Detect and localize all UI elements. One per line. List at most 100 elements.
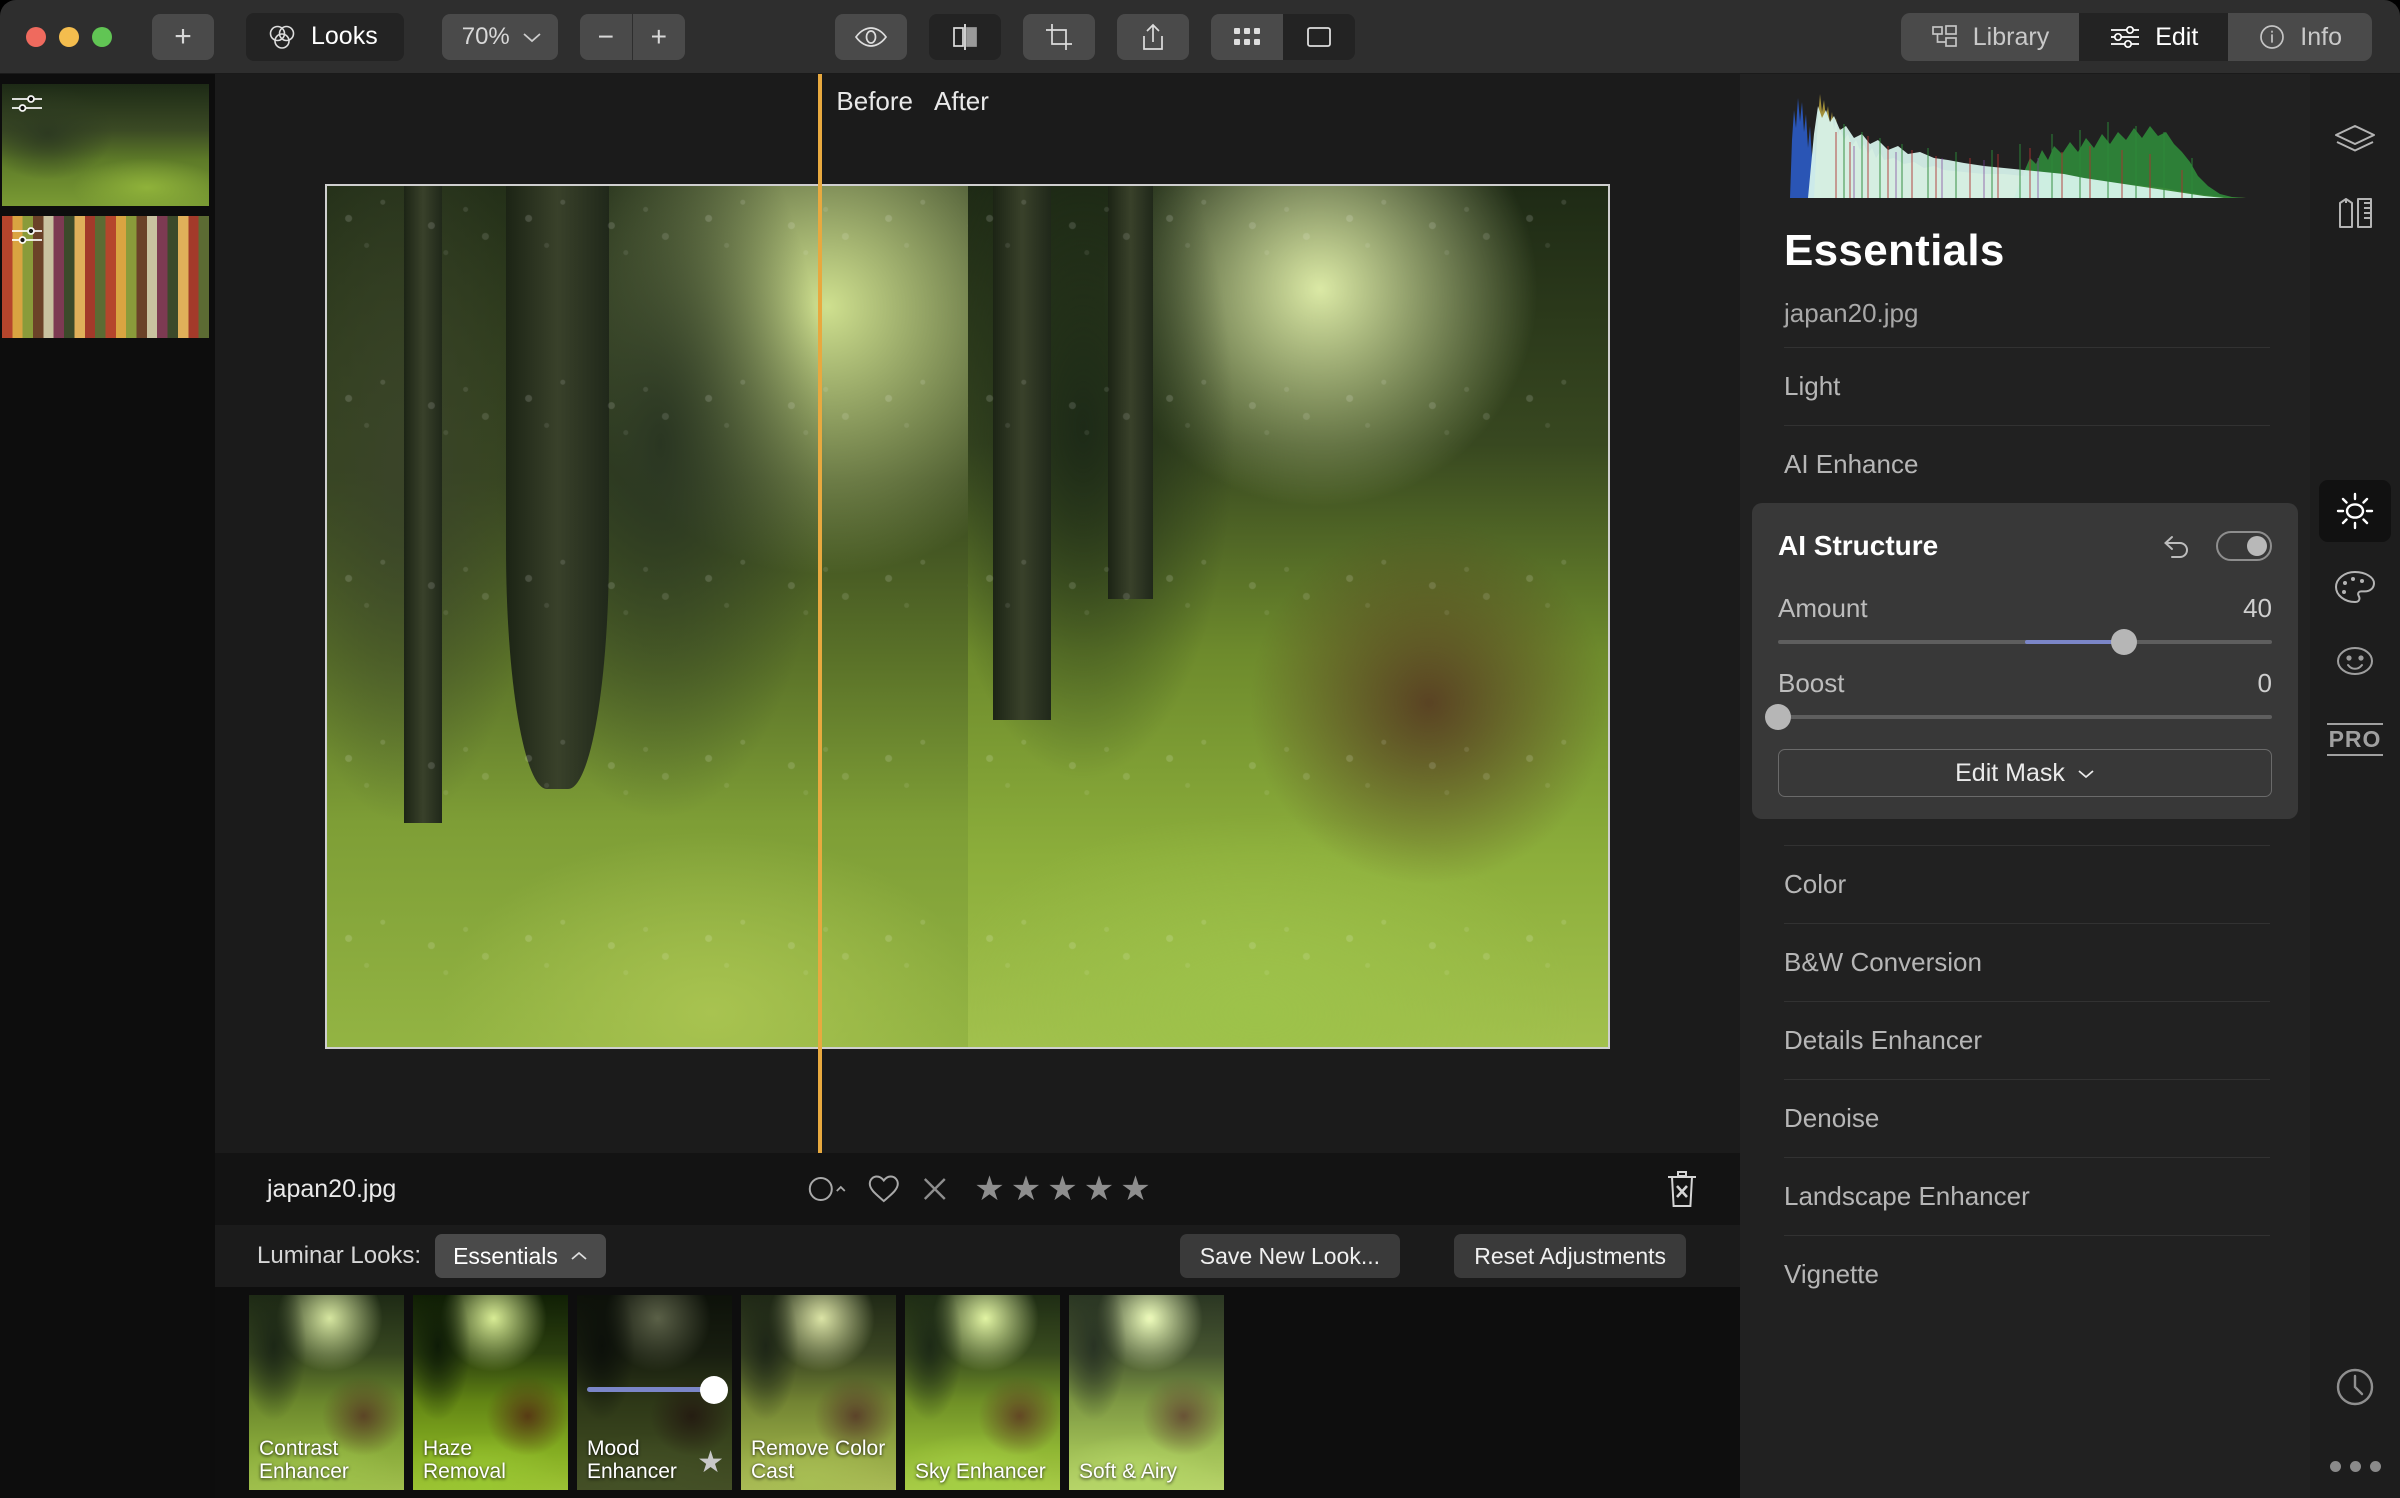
section-details-enhancer[interactable]: Details Enhancer [1784, 1001, 2270, 1079]
module-title: AI Structure [1778, 530, 1939, 561]
rail-item-color[interactable] [2323, 558, 2387, 616]
look-card-haze-removal[interactable]: Haze Removal [413, 1295, 568, 1490]
looks-filmstrip[interactable]: Contrast Enhancer Haze Removal Mood Enha… [215, 1287, 1740, 1498]
history-clock-icon[interactable] [2333, 1365, 2377, 1409]
save-new-look-button[interactable]: Save New Look... [1179, 1234, 1400, 1278]
slider-boost[interactable]: Boost 0 [1765, 668, 2272, 730]
chevron-down-icon [2077, 768, 2095, 779]
panel-sections-bottom: Color B&W Conversion Details Enhancer De… [1740, 845, 2310, 1313]
compare-split-button[interactable] [928, 13, 1001, 60]
heart-icon[interactable] [866, 1173, 900, 1205]
rail-item-layers[interactable] [2323, 112, 2387, 170]
slider-boost-label: Boost [1778, 668, 1845, 698]
photo-after [967, 186, 1608, 1047]
filmstrip-thumbnail-japan20[interactable] [2, 84, 209, 206]
section-bw-conversion[interactable]: B&W Conversion [1784, 923, 2270, 1001]
module-tabs: Library Edit Info [1900, 13, 2372, 61]
grid-view-button[interactable] [1210, 13, 1283, 60]
star-4[interactable]: ★ [1084, 1172, 1114, 1206]
rail-item-portrait[interactable] [2323, 632, 2387, 690]
reject-circle-icon[interactable] [804, 1172, 848, 1206]
slider-boost-knob[interactable] [1765, 704, 1791, 730]
look-card-sky-enhancer[interactable]: Sky Enhancer [905, 1295, 1060, 1490]
before-after-divider-handle[interactable] [818, 74, 822, 1153]
slider-boost-track[interactable] [1765, 704, 2272, 730]
section-landscape-enhancer-label: Landscape Enhancer [1784, 1181, 2030, 1211]
tab-library[interactable]: Library [1900, 13, 2080, 61]
looks-button[interactable]: Looks [246, 12, 404, 61]
star-5[interactable]: ★ [1120, 1172, 1150, 1206]
image-info-bar: japan20.jpg ★ ★ ★ ★ ★ [215, 1153, 1740, 1225]
zoom-in-button[interactable]: + [632, 13, 685, 60]
filmstrip-thumbnail-spices[interactable] [2, 216, 209, 338]
panel-title: Essentials [1784, 226, 2005, 275]
edit-mask-label: Edit Mask [1955, 758, 2065, 787]
rail-item-pro[interactable]: PRO [2323, 710, 2387, 768]
section-color[interactable]: Color [1784, 845, 2270, 923]
sun-essentials-icon [2333, 489, 2377, 533]
look-name: Remove Color Cast [751, 1436, 886, 1484]
preview-eye-button[interactable] [834, 13, 907, 60]
minimize-button[interactable] [59, 26, 79, 47]
module-enable-toggle[interactable] [2216, 531, 2272, 561]
section-landscape-enhancer[interactable]: Landscape Enhancer [1784, 1157, 2270, 1235]
look-card-soft-and-airy[interactable]: Soft & Airy [1069, 1295, 1224, 1490]
close-button[interactable] [26, 26, 46, 47]
section-denoise[interactable]: Denoise [1784, 1079, 2270, 1157]
clear-rating-button[interactable] [918, 1173, 950, 1205]
palette-color-icon [2333, 568, 2377, 606]
section-bw-conversion-label: B&W Conversion [1784, 947, 1982, 977]
toolbar-view-tools [834, 13, 1355, 60]
add-images-button[interactable]: + [152, 13, 214, 60]
eye-icon [854, 25, 888, 49]
zoom-out-button[interactable]: − [579, 13, 632, 60]
tab-edit[interactable]: Edit [2079, 13, 2229, 61]
edit-mask-button[interactable]: Edit Mask [1778, 749, 2272, 797]
undo-arrow-icon[interactable] [2160, 533, 2192, 559]
single-view-button[interactable] [1282, 13, 1355, 60]
star-1[interactable]: ★ [974, 1172, 1004, 1206]
star-2[interactable]: ★ [1011, 1172, 1041, 1206]
image-filmstrip[interactable] [0, 74, 215, 1498]
look-card-contrast-enhancer[interactable]: Contrast Enhancer [249, 1295, 404, 1490]
star-rating[interactable]: ★ ★ ★ ★ ★ [974, 1172, 1150, 1206]
look-name: Soft & Airy [1079, 1460, 1178, 1484]
maximize-button[interactable] [92, 26, 112, 47]
look-favorite-star-icon[interactable]: ★ [697, 1445, 724, 1480]
slider-amount-knob[interactable] [2110, 629, 2137, 655]
crop-button[interactable] [1022, 13, 1095, 60]
venn-circles-icon [266, 21, 298, 53]
edited-badge-icon [10, 224, 44, 248]
pro-icon: PRO [2326, 722, 2384, 756]
current-filename: japan20.jpg [267, 1174, 397, 1203]
section-ai-enhance[interactable]: AI Enhance [1784, 425, 2270, 503]
zoom-level-dropdown[interactable]: 70% [441, 13, 558, 60]
rail-item-essentials[interactable] [2319, 480, 2391, 542]
look-intensity-knob[interactable] [700, 1375, 728, 1404]
tab-info[interactable]: Info [2228, 13, 2372, 61]
section-vignette[interactable]: Vignette [1784, 1235, 2270, 1313]
top-toolbar: + Looks 70% − + Library Edit Info [0, 0, 2400, 74]
looks-category-dropdown[interactable]: Essentials [435, 1234, 606, 1278]
look-card-remove-color-cast[interactable]: Remove Color Cast [741, 1295, 896, 1490]
star-3[interactable]: ★ [1047, 1172, 1077, 1206]
section-light[interactable]: Light [1784, 347, 2270, 425]
reset-adjustments-button[interactable]: Reset Adjustments [1454, 1234, 1686, 1278]
image-canvas[interactable]: Before After [215, 74, 1740, 1153]
trash-x-icon[interactable] [1664, 1168, 1700, 1210]
look-card-mood-enhancer[interactable]: Mood Enhancer ★ [577, 1295, 732, 1490]
rail-item-tools[interactable] [2323, 184, 2387, 242]
edit-side-panel: Essentials japan20.jpg Light AI Enhance … [1740, 74, 2310, 1498]
slider-amount[interactable]: Amount 40 [1778, 593, 2272, 655]
more-dots-icon[interactable] [2329, 1461, 2381, 1472]
histogram [1784, 88, 2246, 198]
slider-amount-label: Amount [1778, 593, 1868, 623]
view-mode-group [1210, 13, 1355, 60]
slider-amount-track[interactable] [1778, 629, 2272, 655]
section-light-label: Light [1784, 371, 1841, 401]
compare-split-icon [949, 23, 981, 51]
luminar-window: + Looks 70% − + Library Edit Info Before… [0, 0, 2400, 1498]
zoom-out-label: − [597, 20, 614, 52]
share-button[interactable] [1116, 13, 1189, 60]
zoom-stepper[interactable]: − + [579, 13, 685, 60]
